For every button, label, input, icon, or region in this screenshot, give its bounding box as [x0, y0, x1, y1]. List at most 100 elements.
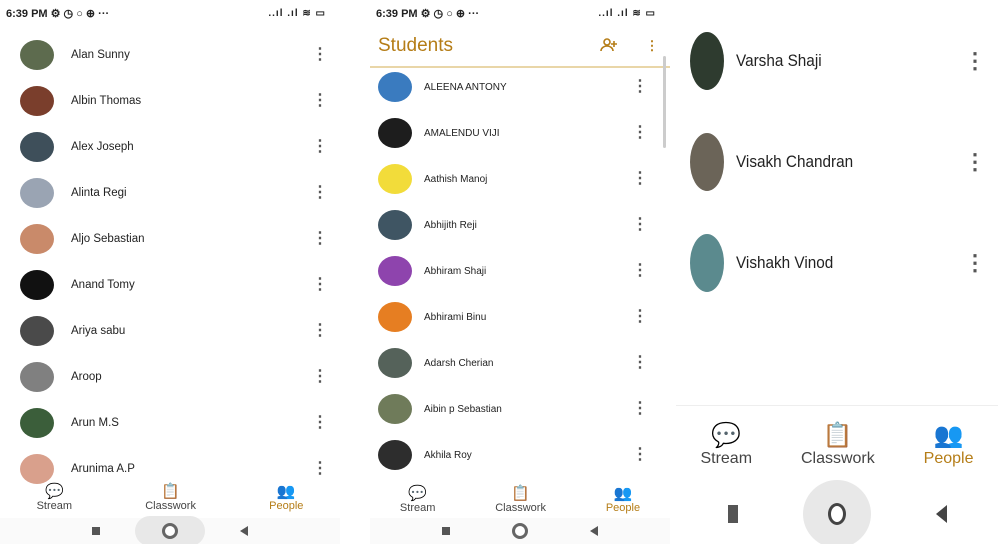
student-name: Adarsh Cherian: [424, 357, 494, 369]
recents-button[interactable]: [92, 527, 100, 535]
list-item[interactable]: Alan Sunny ⋮: [20, 32, 330, 78]
list-item[interactable]: Adarsh Cherian ⋮: [378, 340, 650, 386]
student-name: Alan Sunny: [71, 49, 130, 61]
student-name: Ariya sabu: [71, 325, 126, 337]
list-item[interactable]: Akhila Roy ⋮: [378, 432, 650, 478]
avatar: [20, 178, 54, 208]
tab-label: Classwork: [800, 450, 875, 467]
more-options-icon[interactable]: ⋮: [964, 150, 986, 172]
list-item[interactable]: Ariya sabu ⋮: [20, 308, 330, 354]
more-options-icon[interactable]: ⋮: [630, 125, 650, 141]
list-item[interactable]: AMALENDU VIJI ⋮: [378, 110, 650, 156]
home-button[interactable]: [827, 503, 846, 525]
list-item[interactable]: Vishakh Vinod ⋮: [690, 212, 986, 313]
more-options-icon[interactable]: ⋮: [964, 251, 986, 273]
more-options-icon[interactable]: ⋮: [310, 323, 330, 339]
people-icon: 👥: [933, 422, 964, 449]
tab-people[interactable]: 👥 People: [924, 422, 974, 468]
tab-classwork[interactable]: 📋 Classwork: [495, 486, 546, 518]
stream-icon: 💬: [711, 422, 742, 449]
more-options-icon[interactable]: ⋮: [630, 309, 650, 325]
status-time: 6:39 PM: [6, 7, 48, 20]
more-options-icon[interactable]: ⋮: [310, 93, 330, 109]
avatar: [20, 86, 54, 116]
tab-stream[interactable]: 💬 Stream: [700, 422, 752, 468]
more-options-icon[interactable]: ⋮: [630, 355, 650, 371]
tab-label: People: [269, 500, 304, 512]
home-button[interactable]: [162, 523, 178, 539]
tab-label: Stream: [36, 500, 73, 512]
system-navigation-bar: [370, 518, 670, 544]
student-name: ALEENA ANTONY: [424, 81, 507, 93]
list-item[interactable]: Aibin p Sebastian ⋮: [378, 386, 650, 432]
avatar: [378, 440, 412, 470]
more-options-icon[interactable]: ⋮: [310, 231, 330, 247]
more-options-icon[interactable]: ⋮: [310, 185, 330, 201]
status-icons-right: ..ıl .ıl ≋ ▭: [598, 7, 656, 19]
back-button[interactable]: [590, 526, 598, 536]
list-item[interactable]: Abhiram Shaji ⋮: [378, 248, 650, 294]
more-options-icon[interactable]: ⋮: [310, 47, 330, 63]
avatar: [378, 348, 412, 378]
more-options-icon[interactable]: ⋮: [630, 401, 650, 417]
more-options-icon[interactable]: ⋮: [310, 369, 330, 385]
list-item[interactable]: Aroop ⋮: [20, 354, 330, 400]
student-name: Aljo Sebastian: [71, 233, 145, 245]
more-options-icon[interactable]: ⋮: [630, 171, 650, 187]
list-item[interactable]: Anand Tomy ⋮: [20, 262, 330, 308]
tab-people[interactable]: 👥 People: [606, 486, 640, 518]
student-name: Alex Joseph: [71, 141, 134, 153]
list-item[interactable]: Alex Joseph ⋮: [20, 124, 330, 170]
student-name: Vishakh Vinod: [736, 252, 834, 272]
tab-classwork[interactable]: 📋 Classwork: [145, 484, 196, 518]
list-item[interactable]: Arun M.S ⋮: [20, 400, 330, 446]
tab-stream[interactable]: 💬 Stream: [37, 484, 72, 518]
list-item[interactable]: Varsha Shaji ⋮: [690, 10, 986, 111]
more-options-icon[interactable]: ⋮: [630, 263, 650, 279]
student-name: Aibin p Sebastian: [424, 403, 502, 415]
list-item[interactable]: Alinta Regi ⋮: [20, 170, 330, 216]
more-options-icon[interactable]: ⋮: [310, 277, 330, 293]
list-item[interactable]: Abhijith Reji ⋮: [378, 202, 650, 248]
bottom-navigation: 💬 Stream 📋 Classwork 👥 People: [0, 484, 340, 518]
list-item[interactable]: ALEENA ANTONY ⋮: [378, 64, 650, 110]
more-options-icon[interactable]: ⋮: [630, 447, 650, 463]
list-item[interactable]: Abhirami Binu ⋮: [378, 294, 650, 340]
student-name: Abhijith Reji: [424, 219, 477, 231]
more-options-icon[interactable]: ⋮: [630, 79, 650, 95]
tab-people[interactable]: 👥 People: [269, 484, 303, 518]
back-button[interactable]: [240, 526, 248, 536]
status-icons-left: ⚙ ◷ ○ ⊕ ···: [420, 7, 480, 20]
list-item[interactable]: Visakh Chandran ⋮: [690, 111, 986, 212]
stream-icon: 💬: [44, 483, 64, 500]
more-options-icon[interactable]: ⋮: [642, 39, 662, 52]
avatar: [20, 132, 54, 162]
more-options-icon[interactable]: ⋮: [630, 217, 650, 233]
back-button[interactable]: [935, 505, 947, 523]
tab-classwork[interactable]: 📋 Classwork: [801, 422, 875, 468]
list-item[interactable]: Aathish Manoj ⋮: [378, 156, 650, 202]
list-item[interactable]: Albin Thomas ⋮: [20, 78, 330, 124]
status-icons-right: ..ıl .ıl ≋ ▭: [268, 7, 326, 19]
classwork-icon: 📋: [161, 483, 180, 500]
recents-button[interactable]: [442, 527, 450, 535]
tab-stream[interactable]: 💬 Stream: [400, 486, 435, 518]
student-name: Alinta Regi: [71, 187, 127, 199]
home-button[interactable]: [512, 523, 528, 539]
tab-label: People: [605, 502, 641, 514]
scrollbar[interactable]: [663, 56, 666, 148]
avatar: [378, 256, 412, 286]
tab-label: Classwork: [495, 502, 546, 514]
more-options-icon[interactable]: ⋮: [964, 49, 986, 71]
recents-button[interactable]: [727, 505, 738, 523]
more-options-icon[interactable]: ⋮: [310, 461, 330, 477]
more-options-icon[interactable]: ⋮: [310, 415, 330, 431]
list-item[interactable]: Aljo Sebastian ⋮: [20, 216, 330, 262]
people-screen-3: Varsha Shaji ⋮ Visakh Chandran ⋮ Vishakh Vin…: [676, 0, 998, 544]
person-add-icon[interactable]: [600, 37, 618, 55]
tab-label: People: [923, 450, 974, 467]
tab-label: Stream: [700, 450, 753, 467]
tab-label: Stream: [399, 502, 436, 514]
more-options-icon[interactable]: ⋮: [310, 139, 330, 155]
status-bar: 6:39 PM ⚙ ◷ ○ ⊕ ··· ..ıl .ıl ≋ ▭: [0, 0, 340, 26]
